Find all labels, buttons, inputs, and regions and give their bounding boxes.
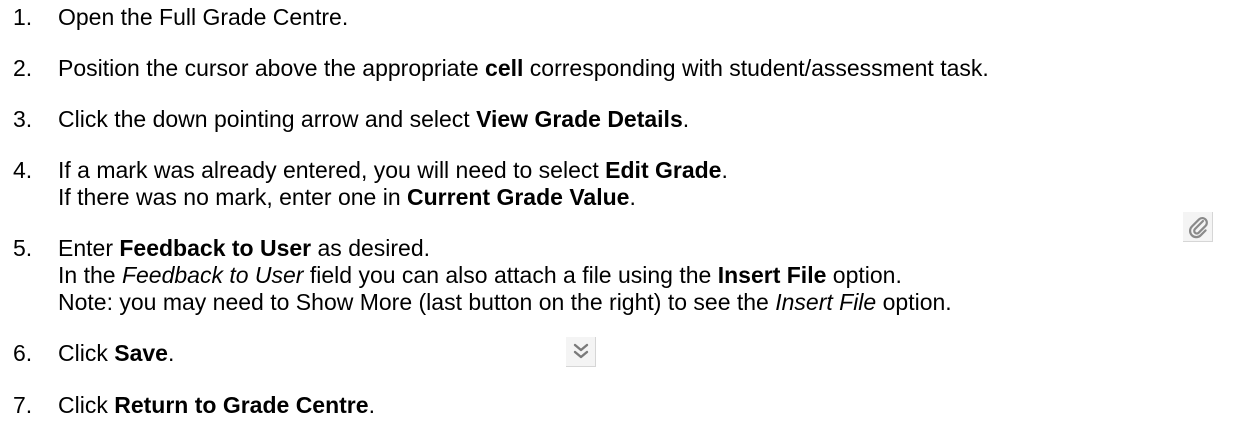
step-text: Click Save. (58, 340, 175, 366)
step-number: 5. (13, 235, 33, 261)
step-text: Note: you may need to Show More (last bu… (58, 289, 952, 315)
step-text: In the Feedback to User field you can al… (58, 262, 902, 288)
step-number: 2. (13, 55, 33, 81)
step-text: If a mark was already entered, you will … (58, 157, 728, 183)
step-number: 7. (13, 392, 33, 418)
step-text: If there was no mark, enter one in Curre… (58, 184, 636, 210)
step-number: 1. (13, 4, 33, 30)
step-number: 3. (13, 106, 33, 132)
paperclip-icon (1183, 212, 1213, 242)
step-text: Open the Full Grade Centre. (58, 4, 349, 30)
step-text: Position the cursor above the appropriat… (58, 55, 989, 81)
double-chevron-down-icon (566, 337, 596, 367)
step-text: Enter Feedback to User as desired. (58, 235, 431, 261)
step-text: Click Return to Grade Centre. (58, 392, 375, 418)
step-number: 4. (13, 157, 33, 183)
step-number: 6. (13, 340, 33, 366)
step-text: Click the down pointing arrow and select… (58, 106, 690, 132)
